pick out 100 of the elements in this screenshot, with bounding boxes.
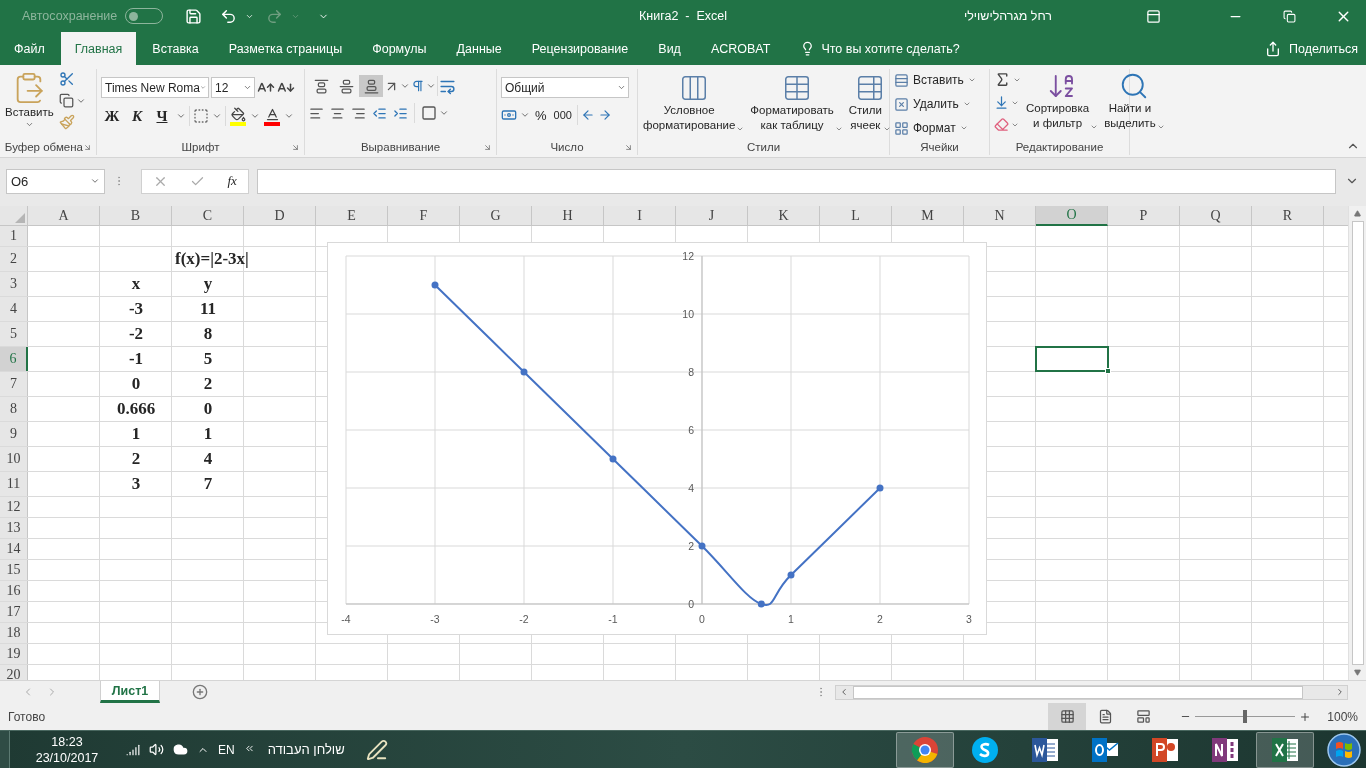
- zoom-in-icon[interactable]: [1299, 710, 1312, 723]
- style-button[interactable]: Стили ячеек: [848, 103, 882, 133]
- row-header[interactable]: 6: [0, 347, 28, 371]
- column-header[interactable]: D: [244, 206, 316, 226]
- caret-icon[interactable]: [176, 111, 186, 121]
- row-header[interactable]: 9: [0, 422, 28, 446]
- caret-icon[interactable]: [212, 111, 222, 121]
- mail-icon[interactable]: [1090, 735, 1120, 764]
- font-color-icon[interactable]: [263, 106, 281, 126]
- spreadsheet-icon[interactable]: [1270, 735, 1300, 764]
- column-header[interactable]: K: [748, 206, 820, 226]
- pen-tablet-icon[interactable]: [365, 738, 388, 761]
- column-header[interactable]: R: [1252, 206, 1324, 226]
- signal-icon[interactable]: [126, 742, 140, 757]
- taskbar-button[interactable]: [896, 731, 954, 768]
- insert-function-button[interactable]: fx: [227, 173, 237, 189]
- row-header[interactable]: 1: [0, 226, 28, 246]
- browser-icon[interactable]: [911, 735, 939, 764]
- worksheet-grid[interactable]: A B C D E F G H I J K L M N O P Q R 1 2 f(x)=|2-3x| 3 x y 4 -3 11 5 -2 8 6 -1 5 7 0 2 8 0.666 0 9 1 1 10 2 4 11 3 7 12 13 14 15 16 17 18 19 20 0 2 4 6 8 10 12 -4 -3 -2 -1 0 1 2 3: [0, 206, 1348, 680]
- cells-menu-button[interactable]: Формат: [913, 121, 956, 135]
- column-header[interactable]: E: [316, 206, 388, 226]
- row-header[interactable]: 10: [0, 447, 28, 471]
- caret-icon[interactable]: [250, 111, 260, 121]
- column-header[interactable]: J: [676, 206, 748, 226]
- borders-icon[interactable]: [193, 108, 209, 124]
- column-header[interactable]: C: [172, 206, 244, 226]
- italic-button[interactable]: К: [126, 107, 148, 125]
- tell-me-field[interactable]: Что вы хотите сделать?: [821, 41, 960, 56]
- indent-decrease-icon[interactable]: [372, 105, 387, 121]
- scroll-down-icon[interactable]: [1354, 669, 1361, 676]
- percent-button[interactable]: %: [533, 107, 549, 123]
- vertical-align-button[interactable]: [359, 75, 383, 97]
- ribbon-tab[interactable]: Вставка: [138, 32, 213, 65]
- sheet-tab[interactable]: Лист1: [100, 681, 160, 703]
- indent-increase-icon[interactable]: [393, 105, 408, 121]
- column-header[interactable]: L: [820, 206, 892, 226]
- column-header[interactable]: G: [460, 206, 532, 226]
- restore-icon[interactable]: [1282, 9, 1296, 23]
- horizontal-scrollbar[interactable]: [835, 684, 1348, 700]
- column-header[interactable]: Q: [1180, 206, 1252, 226]
- style-button[interactable]: Форматировать как таблицу: [750, 103, 834, 133]
- style-button[interactable]: Условное форматирование: [643, 103, 736, 133]
- row-header[interactable]: 5: [0, 322, 28, 346]
- active-cell[interactable]: [1035, 346, 1109, 372]
- dialog-launcher-icon[interactable]: [483, 142, 492, 152]
- row-header[interactable]: 13: [0, 518, 28, 538]
- language-indicator[interactable]: EN: [218, 742, 235, 757]
- ribbon-tab[interactable]: Данные: [442, 32, 516, 65]
- caret-icon[interactable]: [1156, 123, 1165, 131]
- column-header[interactable]: I: [604, 206, 676, 226]
- column-header[interactable]: O: [1036, 206, 1108, 226]
- font-name-select[interactable]: Times New Roma: [101, 77, 209, 98]
- fill-color-icon[interactable]: [229, 106, 247, 126]
- column-header[interactable]: B: [100, 206, 172, 226]
- row-header[interactable]: 14: [0, 539, 28, 559]
- ribbon-tab[interactable]: Вид: [644, 32, 695, 65]
- number-format-select[interactable]: Общий: [501, 77, 629, 98]
- notebook-icon[interactable]: [1210, 735, 1240, 764]
- dialog-launcher-icon[interactable]: [83, 142, 92, 152]
- vertical-scrollbar[interactable]: [1348, 206, 1366, 680]
- add-sheet-icon[interactable]: [192, 684, 208, 700]
- copy-icon[interactable]: [58, 93, 74, 108]
- column-header[interactable]: P: [1108, 206, 1180, 226]
- row-header[interactable]: 12: [0, 497, 28, 517]
- row-header[interactable]: 19: [0, 644, 28, 664]
- thousands-button[interactable]: 000: [551, 109, 574, 121]
- font-size-select[interactable]: 12: [211, 77, 255, 98]
- align-center-icon[interactable]: [330, 105, 345, 121]
- ribbon-tab[interactable]: Главная: [60, 32, 137, 65]
- name-box[interactable]: O6: [6, 168, 105, 194]
- caret-icon[interactable]: [426, 81, 436, 91]
- caret-icon[interactable]: [962, 100, 971, 108]
- cells-menu-button[interactable]: Удалить: [913, 97, 959, 111]
- row-header[interactable]: 20: [0, 665, 28, 680]
- scissors-icon[interactable]: [58, 71, 75, 87]
- clock[interactable]: 18:23 23/10/2017: [22, 733, 112, 766]
- volume-icon[interactable]: [149, 742, 164, 757]
- currency-icon[interactable]: [501, 107, 517, 123]
- column-header[interactable]: M: [892, 206, 964, 226]
- editing-button[interactable]: Найти и выделить: [1104, 101, 1156, 131]
- caret-icon[interactable]: [834, 125, 843, 133]
- row-header[interactable]: 16: [0, 581, 28, 601]
- caret-icon[interactable]: [520, 110, 530, 120]
- cells-menu-button[interactable]: Вставить: [913, 73, 964, 87]
- caret-icon[interactable]: [439, 108, 449, 118]
- caret-icon[interactable]: [284, 111, 294, 121]
- row-header[interactable]: 18: [0, 623, 28, 643]
- bold-button[interactable]: Ж: [101, 107, 123, 125]
- caret-icon[interactable]: [967, 76, 976, 84]
- zoom-thumb[interactable]: [1243, 710, 1248, 723]
- slides-icon[interactable]: [1150, 735, 1180, 764]
- eraser-icon[interactable]: [994, 117, 1009, 132]
- align-right-icon[interactable]: [351, 105, 366, 121]
- scroll-up-icon[interactable]: [1354, 210, 1361, 217]
- fill-down-icon[interactable]: [994, 95, 1009, 110]
- column-header[interactable]: A: [28, 206, 100, 226]
- row-header[interactable]: 4: [0, 297, 28, 321]
- dialog-launcher-icon[interactable]: [291, 142, 300, 152]
- align-left-icon[interactable]: [309, 105, 324, 121]
- undo-icon[interactable]: [220, 7, 238, 25]
